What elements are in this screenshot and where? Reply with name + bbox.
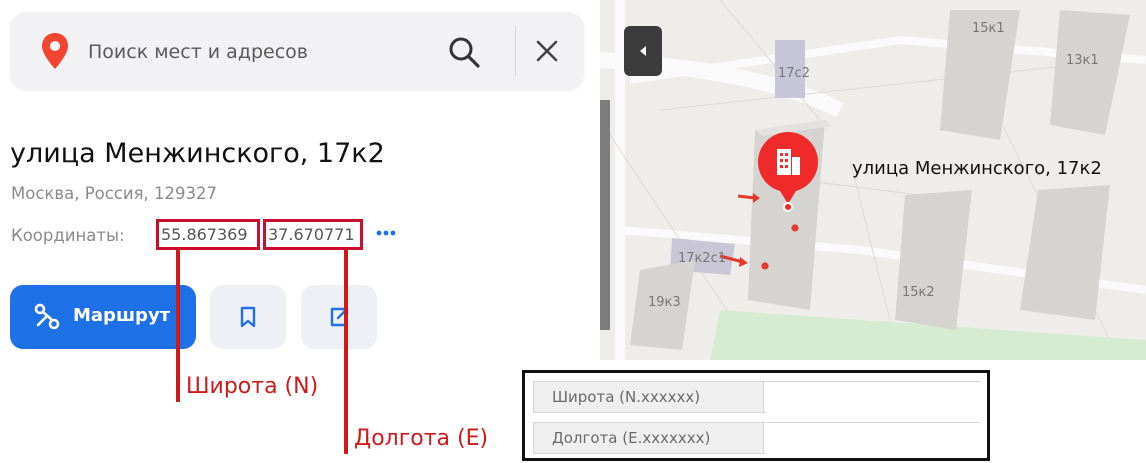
close-icon[interactable] <box>530 34 564 68</box>
search-icon[interactable] <box>446 34 482 70</box>
building-label: 15к2 <box>902 285 935 300</box>
bookmark-icon <box>240 306 256 328</box>
search-divider <box>515 26 516 76</box>
building-label: 13к1 <box>1066 53 1099 68</box>
coordinates-form: Широта (N.xxxxxx) Долгота (E.xxxxxxx) <box>522 370 990 461</box>
longitude-pointer-line <box>344 250 348 454</box>
bookmark-button[interactable] <box>210 285 286 349</box>
route-icon <box>34 303 60 330</box>
latitude-value[interactable]: 55.867369 <box>156 219 260 250</box>
place-title: улица Менжинского, 17к2 <box>10 138 385 169</box>
location-pin-icon <box>42 33 68 69</box>
building-label: 17к2с1 <box>678 251 727 266</box>
latitude-annotation: Широта (N) <box>186 374 319 399</box>
map[interactable]: улица Менжинского, 17к2 15к1 13к1 17с2 1… <box>600 0 1146 360</box>
chevron-left-icon <box>640 46 646 56</box>
place-subtitle: Москва, Россия, 129327 <box>11 184 218 203</box>
collapse-panel-button[interactable] <box>624 26 662 76</box>
building-label: 15к1 <box>972 21 1005 36</box>
longitude-annotation: Долгота (E) <box>354 426 489 451</box>
map-background <box>600 0 1146 360</box>
latitude-row: Широта (N.xxxxxx) <box>533 381 980 414</box>
building-label: 19к3 <box>648 295 681 310</box>
latitude-field[interactable] <box>766 382 980 414</box>
share-button[interactable] <box>301 285 377 349</box>
building-label: 17с2 <box>778 66 810 81</box>
more-icon[interactable] <box>374 223 398 243</box>
route-button[interactable]: Маршрут <box>10 285 196 349</box>
longitude-field-label: Долгота (E.xxxxxxx) <box>534 423 764 453</box>
longitude-field[interactable] <box>766 423 980 455</box>
map-marker-label: улица Менжинского, 17к2 <box>852 158 1102 179</box>
search-bar <box>10 12 584 90</box>
latitude-pointer-line <box>176 250 180 402</box>
map-marker[interactable] <box>757 131 819 213</box>
search-input[interactable] <box>86 32 430 72</box>
longitude-value[interactable]: 37.670771 <box>263 219 363 250</box>
latitude-field-label: Широта (N.xxxxxx) <box>534 382 764 412</box>
coordinates-label: Координаты: <box>11 226 125 245</box>
longitude-row: Долгота (E.xxxxxxx) <box>533 422 980 455</box>
route-button-label: Маршрут <box>73 305 171 326</box>
